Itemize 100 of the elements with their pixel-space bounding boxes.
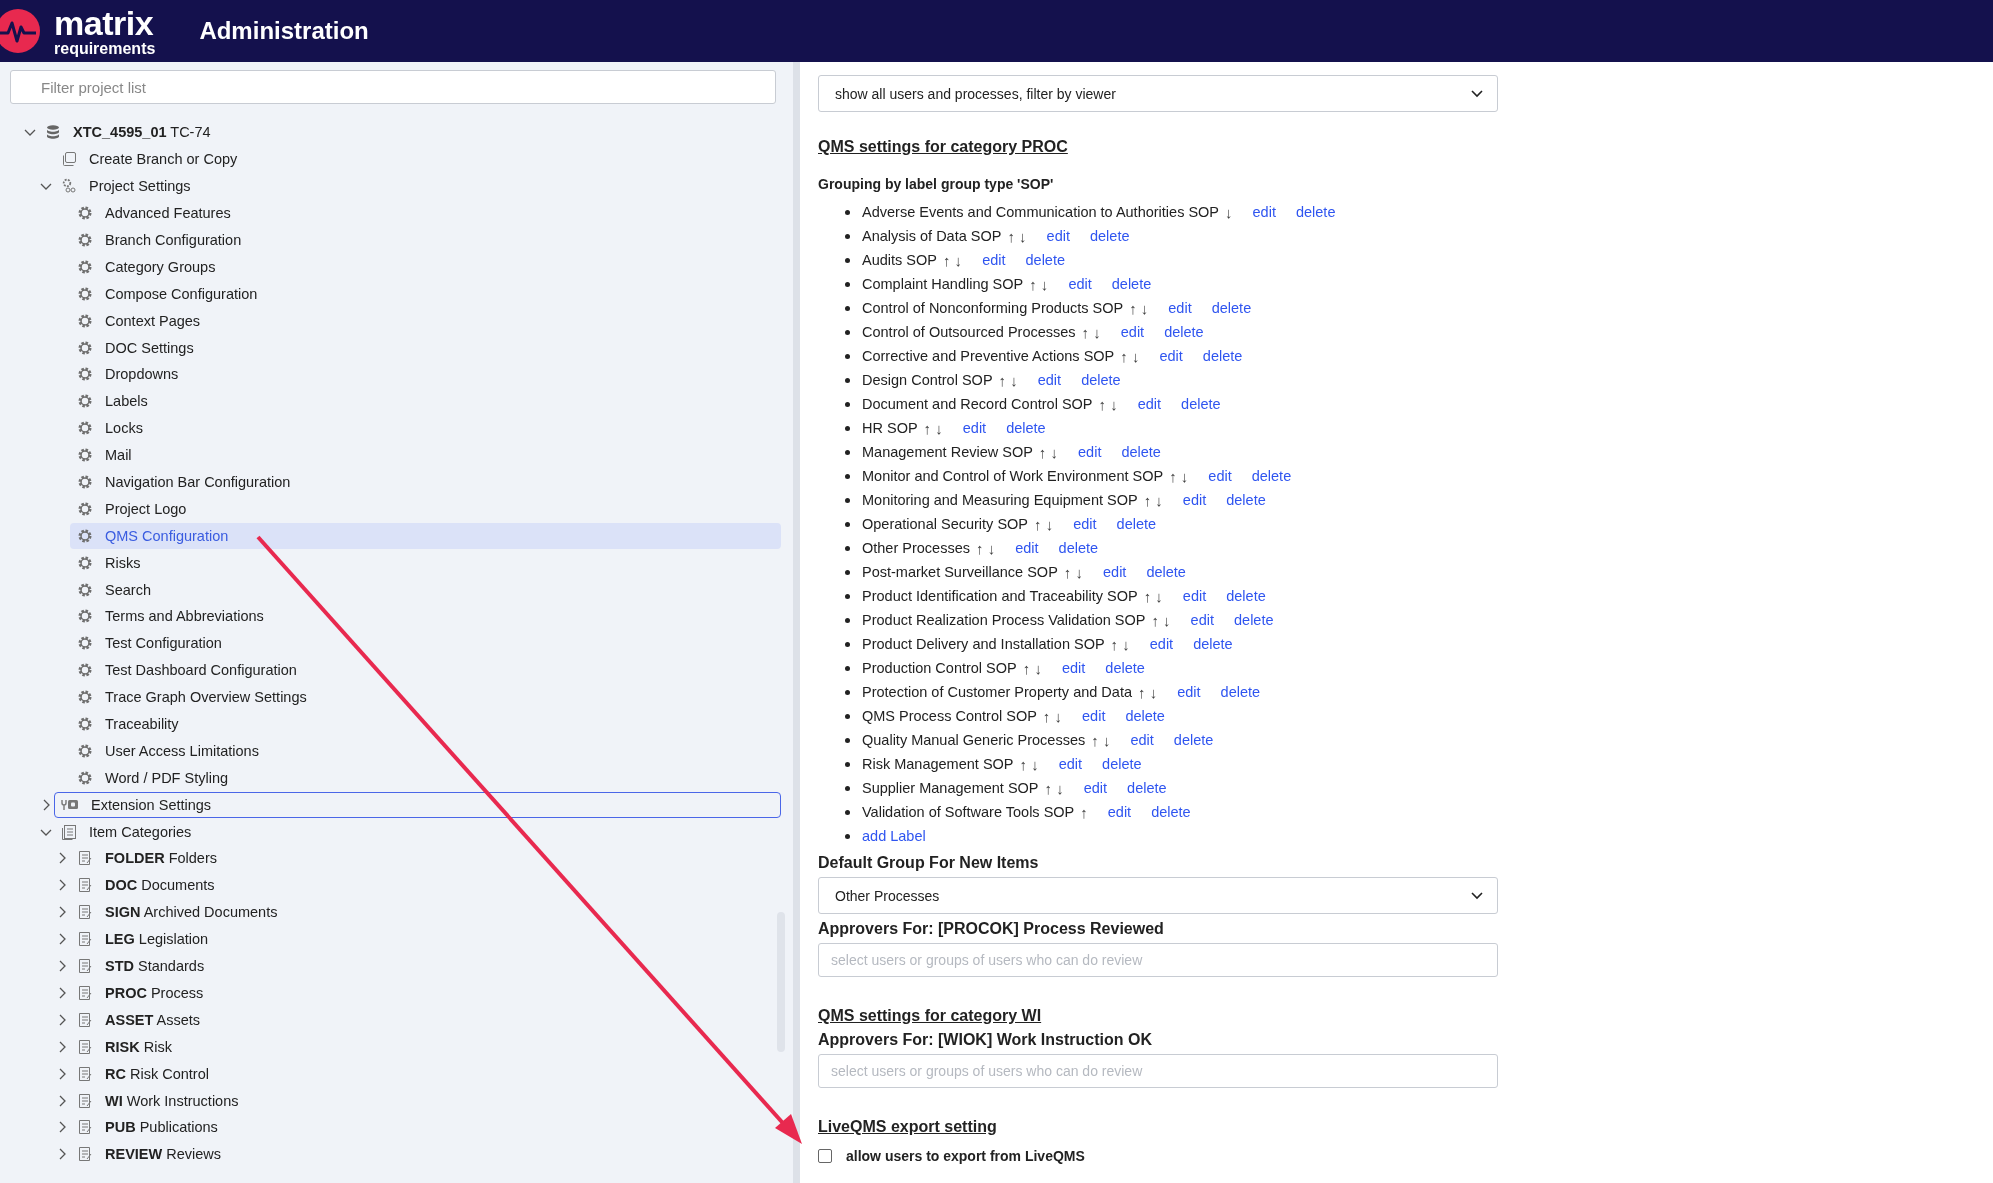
edit-link[interactable]: edit: [1208, 468, 1232, 484]
reorder-arrows[interactable]: ↑ ↓: [1044, 779, 1064, 797]
delete-link[interactable]: delete: [1058, 540, 1099, 556]
tree-item[interactable]: Mail: [70, 442, 781, 469]
approvers-field[interactable]: select users or groups of users who can do review: [818, 943, 1498, 977]
delete-link[interactable]: delete: [1121, 444, 1161, 460]
tree-item[interactable]: Item Categories: [54, 818, 781, 845]
reorder-arrows[interactable]: ↑ ↓: [1169, 467, 1189, 485]
edit-link[interactable]: edit: [1083, 780, 1108, 796]
tree-item[interactable]: RISK Risk: [70, 1033, 781, 1060]
tree-item[interactable]: Word / PDF Styling: [70, 764, 781, 791]
reorder-arrows[interactable]: ↑ ↓: [1007, 227, 1027, 245]
checkbox[interactable]: [818, 1149, 832, 1163]
tree-item[interactable]: SIGN Archived Documents: [70, 899, 781, 926]
tree-item[interactable]: Category Groups: [70, 253, 781, 280]
tree-item[interactable]: Search: [70, 576, 781, 603]
reorder-arrows[interactable]: ↑ ↓: [923, 419, 943, 437]
delete-link[interactable]: delete: [1151, 804, 1191, 820]
tree-item[interactable]: Terms and Abbreviations: [70, 603, 781, 630]
tree-item[interactable]: LEG Legislation: [70, 926, 781, 953]
edit-link[interactable]: edit: [1149, 636, 1174, 652]
edit-link[interactable]: edit: [1107, 804, 1132, 820]
tree-item[interactable]: PUB Publications: [70, 1114, 781, 1141]
tree-item[interactable]: Dropdowns: [70, 361, 781, 388]
edit-link[interactable]: edit: [1168, 300, 1192, 316]
reorder-arrows[interactable]: ↑ ↓: [1143, 587, 1163, 605]
delete-link[interactable]: delete: [1164, 324, 1204, 340]
edit-link[interactable]: edit: [1137, 396, 1162, 412]
tree-item[interactable]: Compose Configuration: [70, 280, 781, 307]
edit-link[interactable]: edit: [1078, 444, 1102, 460]
delete-link[interactable]: delete: [1295, 204, 1336, 220]
tree-item[interactable]: Labels: [70, 388, 781, 415]
delete-link[interactable]: delete: [1220, 684, 1261, 700]
delete-link[interactable]: delete: [1226, 492, 1266, 508]
edit-link[interactable]: edit: [1015, 540, 1039, 556]
tree-item[interactable]: Test Dashboard Configuration: [70, 657, 781, 684]
edit-link[interactable]: edit: [1068, 276, 1092, 292]
delete-link[interactable]: delete: [1146, 564, 1186, 580]
reorder-arrows[interactable]: ↑ ↓: [998, 371, 1018, 389]
tree-item[interactable]: Context Pages: [70, 307, 781, 334]
tree-item[interactable]: Project Settings: [54, 173, 781, 200]
tree-item[interactable]: Extension Settings: [54, 791, 781, 818]
reorder-arrows[interactable]: ↑ ↓: [1120, 347, 1140, 365]
tree-item[interactable]: Navigation Bar Configuration: [70, 469, 781, 495]
delete-link[interactable]: delete: [1211, 300, 1252, 316]
reorder-arrows[interactable]: ↓: [1225, 203, 1233, 221]
tree-item[interactable]: Create Branch or Copy: [54, 146, 781, 173]
edit-link[interactable]: edit: [1252, 204, 1276, 220]
edit-link[interactable]: edit: [1182, 588, 1207, 604]
tree-item[interactable]: WI Work Instructions: [70, 1087, 781, 1114]
edit-link[interactable]: edit: [1058, 756, 1083, 772]
reorder-arrows[interactable]: ↑ ↓: [1038, 443, 1059, 461]
delete-link[interactable]: delete: [1234, 612, 1274, 628]
tree-item[interactable]: PROC Process: [70, 979, 781, 1006]
publication-viewing-dropdown[interactable]: show all users and processes, filter by viewer: [818, 75, 1498, 112]
edit-link[interactable]: edit: [1182, 492, 1207, 508]
reorder-arrows[interactable]: ↑ ↓: [1063, 563, 1083, 581]
delete-link[interactable]: delete: [1202, 348, 1243, 364]
reorder-arrows[interactable]: ↑ ↓: [1081, 323, 1101, 341]
reorder-arrows[interactable]: ↑ ↓: [1091, 731, 1111, 749]
delete-link[interactable]: delete: [1105, 660, 1145, 676]
delete-link[interactable]: delete: [1102, 756, 1142, 772]
edit-link[interactable]: edit: [1073, 516, 1097, 532]
tree-item[interactable]: Test Configuration: [70, 630, 781, 657]
tree-item[interactable]: User Access Limitations: [70, 737, 781, 764]
edit-link[interactable]: edit: [1177, 684, 1201, 700]
tree-item[interactable]: QMS Configuration: [70, 522, 781, 549]
reorder-arrows[interactable]: ↑ ↓: [1022, 659, 1042, 677]
reorder-arrows[interactable]: ↑ ↓: [1034, 515, 1054, 533]
edit-link[interactable]: edit: [962, 420, 987, 436]
reorder-arrows[interactable]: ↑ ↓: [1042, 707, 1063, 725]
delete-link[interactable]: delete: [1125, 708, 1165, 724]
edit-link[interactable]: edit: [1159, 348, 1183, 364]
delete-link[interactable]: delete: [1181, 396, 1221, 412]
edit-link[interactable]: edit: [982, 252, 1006, 268]
reorder-arrows[interactable]: ↑ ↓: [942, 251, 963, 269]
filter-field[interactable]: Filter project list: [10, 70, 776, 104]
delete-link[interactable]: delete: [1193, 636, 1233, 652]
tree-item[interactable]: Project Logo: [70, 495, 781, 522]
reorder-arrows[interactable]: ↑ ↓: [1129, 299, 1149, 317]
delete-link[interactable]: delete: [1127, 780, 1167, 796]
tree-item[interactable]: Trace Graph Overview Settings: [70, 684, 781, 711]
reorder-arrows[interactable]: ↑ ↓: [976, 539, 996, 557]
edit-link[interactable]: edit: [1082, 708, 1106, 724]
approvers-field[interactable]: select users or groups of users who can do review: [818, 1054, 1498, 1088]
edit-link[interactable]: edit: [1190, 612, 1214, 628]
delete-link[interactable]: delete: [1116, 516, 1157, 532]
reorder-arrows[interactable]: ↑ ↓: [1019, 755, 1039, 773]
tree-item[interactable]: ASSET Assets: [70, 1006, 781, 1033]
tree-item[interactable]: Branch Configuration: [70, 227, 781, 253]
tree-item[interactable]: STD Standards: [70, 953, 781, 980]
edit-link[interactable]: edit: [1046, 228, 1070, 244]
delete-link[interactable]: delete: [1025, 252, 1066, 268]
delete-link[interactable]: delete: [1111, 276, 1152, 292]
default-group-dropdown[interactable]: Other Processes: [818, 877, 1498, 914]
edit-link[interactable]: edit: [1037, 372, 1062, 388]
delete-link[interactable]: delete: [1173, 732, 1214, 748]
reorder-arrows[interactable]: ↑ ↓: [1098, 395, 1118, 413]
tree-item[interactable]: Risks: [70, 549, 781, 576]
delete-link[interactable]: delete: [1090, 228, 1130, 244]
